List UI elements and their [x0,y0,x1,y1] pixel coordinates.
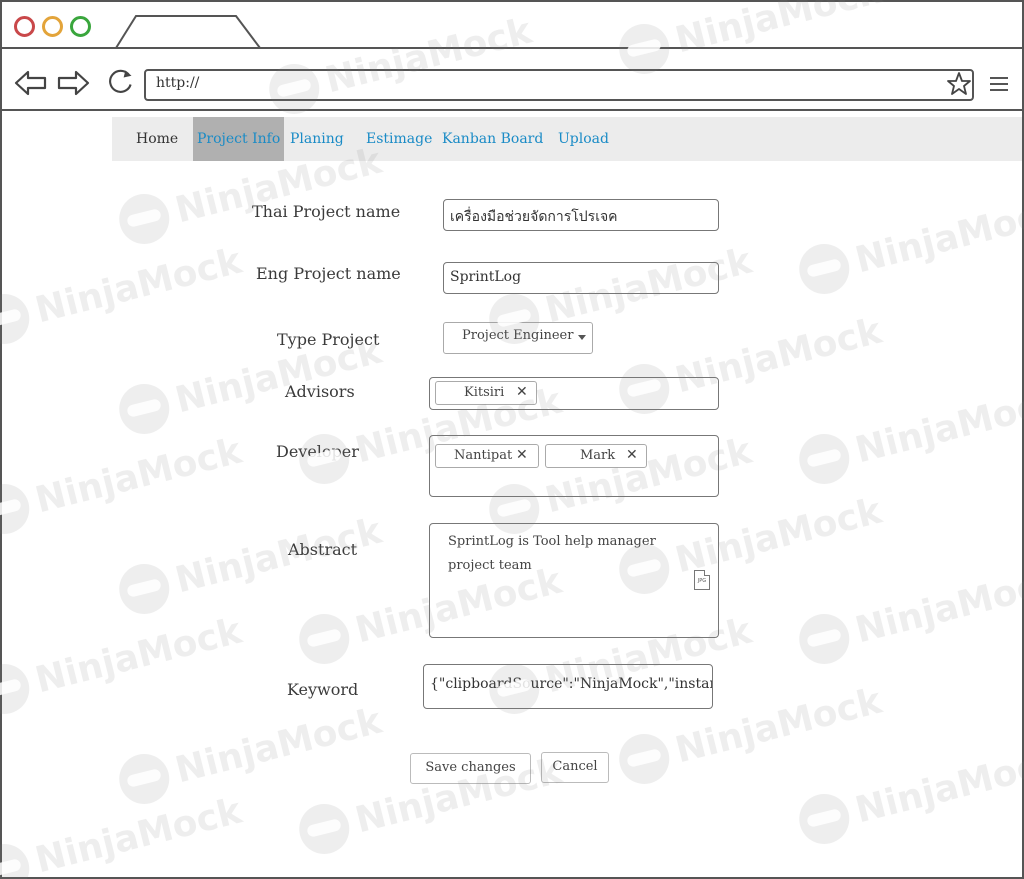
browser-window: http:// Home Project Info Planing Estima… [0,0,1024,879]
app-navigation: Home Project Info Planing Estimage Kanba… [112,117,1022,161]
minimize-window-button[interactable] [42,16,63,37]
refresh-icon[interactable] [104,67,138,95]
advisor-tag-label: Kitsiri [464,385,505,400]
image-file-icon[interactable]: JPG [694,570,710,590]
remove-tag-icon[interactable]: ✕ [516,445,528,466]
thai-project-name-input[interactable]: เครื่องมือช่วยจัดการโปรเจค [443,199,719,231]
nav-upload[interactable]: Upload [558,117,609,161]
dropdown-arrow-icon [578,335,586,340]
address-bar: http:// [2,49,1022,111]
nav-kanban-board[interactable]: Kanban Board [442,117,543,161]
type-project-label: Type Project [277,330,380,349]
eng-project-name-input[interactable]: SprintLog [443,262,719,294]
keyword-value: {"clipboardSource":"NinjaMock","instance… [430,676,712,692]
forward-arrow-icon[interactable] [56,69,90,97]
nav-estimage[interactable]: Estimage [366,117,432,161]
developer-tag-label: Nantipat [454,448,513,463]
abstract-line: SprintLog is Tool help manager [448,534,656,549]
abstract-line: project team [448,558,532,573]
developer-tag: Nantipat ✕ [435,444,539,468]
thai-project-name-label: Thai Project name [252,202,401,221]
advisor-tag: Kitsiri ✕ [435,381,537,405]
maximize-window-button[interactable] [70,16,91,37]
nav-project-info[interactable]: Project Info [193,117,285,161]
close-window-button[interactable] [14,16,35,37]
developer-tag-label: Mark [580,448,616,463]
thai-project-name-value: เครื่องมือช่วยจัดการโปรเจค [450,209,618,225]
nav-home[interactable]: Home [136,117,178,161]
abstract-textarea[interactable]: SprintLog is Tool help manager project t… [429,523,719,638]
title-bar [2,2,1022,49]
type-project-select[interactable]: Project Engineer [443,322,593,354]
keyword-label: Keyword [287,680,359,699]
cancel-button[interactable]: Cancel [541,752,609,783]
bookmark-star-icon[interactable] [946,71,972,97]
remove-tag-icon[interactable]: ✕ [516,382,528,403]
url-input[interactable]: http:// [144,69,974,101]
eng-project-name-value: SprintLog [450,269,522,285]
abstract-text: SprintLog is Tool help manager project t… [430,524,718,584]
type-project-value: Project Engineer [462,328,574,343]
hamburger-menu-icon[interactable] [990,77,1008,91]
nav-planing[interactable]: Planing [290,117,344,161]
browser-tab[interactable] [114,14,264,48]
developer-label: Developer [276,442,359,461]
url-text: http:// [156,75,200,91]
eng-project-name-label: Eng Project name [256,264,401,283]
advisors-input[interactable]: Kitsiri ✕ [429,377,719,410]
advisors-label: Advisors [285,382,355,401]
abstract-label: Abstract [288,540,358,559]
remove-tag-icon[interactable]: ✕ [626,445,638,466]
back-arrow-icon[interactable] [14,69,48,97]
keyword-input[interactable]: {"clipboardSource":"NinjaMock","instance… [423,664,713,709]
developer-input[interactable]: Nantipat ✕ Mark ✕ [429,435,719,497]
developer-tag: Mark ✕ [545,444,647,468]
save-changes-button[interactable]: Save changes [410,753,531,784]
